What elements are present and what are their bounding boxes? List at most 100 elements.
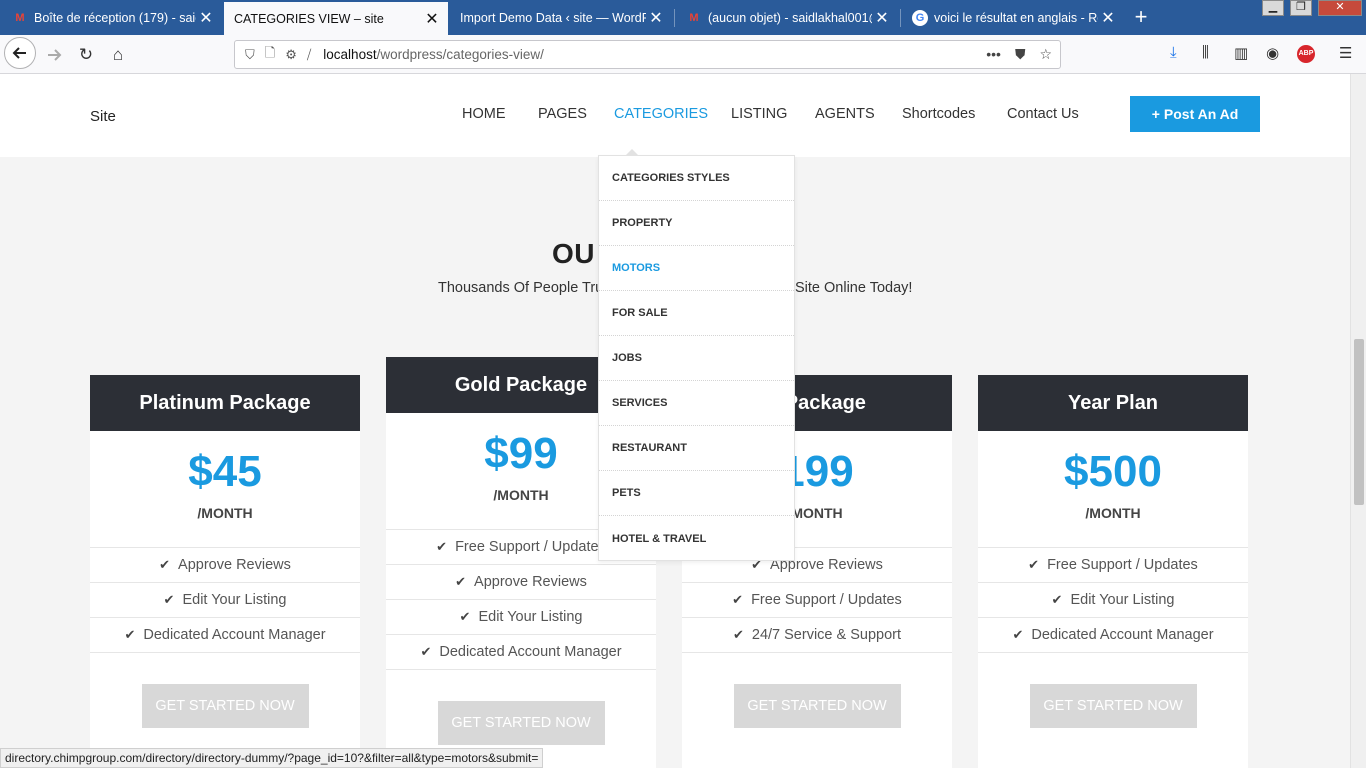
close-icon[interactable]: ✕ xyxy=(1098,8,1118,28)
home-icon[interactable]: ⌂ xyxy=(104,41,132,69)
package-period: /MONTH xyxy=(197,505,253,521)
close-icon[interactable]: ✕ xyxy=(196,8,216,28)
get-started-button[interactable]: GET STARTED NOW xyxy=(1029,684,1197,728)
feature-item: ✔ Free Support / Updates xyxy=(682,583,952,618)
feature-item: ✔ Edit Your Listing xyxy=(978,583,1248,618)
check-icon: ✔ xyxy=(159,557,171,572)
section-subheading-right: Site Online Today! xyxy=(795,280,913,296)
pocket-icon[interactable]: ⛊ xyxy=(1015,46,1026,63)
check-icon: ✔ xyxy=(732,592,744,607)
check-icon: ✔ xyxy=(1051,592,1063,607)
nav-pages[interactable]: PAGES xyxy=(538,106,587,122)
feature-item: ✔ Edit Your Listing xyxy=(90,583,360,618)
feature-list: ✔ Free Support / Updates ✔ Edit Your Listi… xyxy=(978,547,1248,653)
check-icon: ✔ xyxy=(1012,627,1024,642)
check-icon: ✔ xyxy=(455,574,467,589)
new-tab-plus-icon[interactable]: + xyxy=(1128,4,1154,30)
feature-item: ✔ Free Support / Updates xyxy=(978,548,1248,583)
shield-icon[interactable]: ⛉ xyxy=(245,47,255,63)
dropdown-item-jobs[interactable]: JOBS xyxy=(599,336,794,381)
check-icon: ✔ xyxy=(163,592,175,607)
scrollbar-thumb[interactable] xyxy=(1354,339,1364,505)
dropdown-item-property[interactable]: PROPERTY xyxy=(599,201,794,246)
feature-item: ✔ Approve Reviews xyxy=(386,565,656,600)
nav-agents[interactable]: AGENTS xyxy=(815,106,875,122)
nav-contact-us[interactable]: Contact Us xyxy=(1007,106,1079,122)
minimize-window-icon[interactable]: ▁ xyxy=(1262,0,1284,16)
tab-title: Boîte de réception (179) - saidl xyxy=(34,11,196,25)
forward-arrow-icon[interactable] xyxy=(40,41,68,69)
dropdown-item-pets[interactable]: PETS xyxy=(599,471,794,516)
dropdown-item-categories-styles[interactable]: CATEGORIES STYLES xyxy=(599,156,794,201)
insecure-connection-icon[interactable]: ⧸ xyxy=(307,47,311,63)
tab-categories-view[interactable]: CATEGORIES VIEW – site ✕ xyxy=(224,2,448,35)
sidebar-icon[interactable]: ▥ xyxy=(1234,44,1248,62)
nav-home[interactable]: HOME xyxy=(462,106,506,122)
hamburger-menu-icon[interactable]: ☰ xyxy=(1339,44,1352,62)
close-window-icon[interactable]: ✕ xyxy=(1318,0,1362,16)
permissions-icon[interactable]: ⚙ xyxy=(285,47,297,63)
post-an-ad-button[interactable]: + Post An Ad xyxy=(1130,96,1260,132)
get-started-button[interactable]: GET STARTED NOW xyxy=(733,684,901,728)
tab-gmail-message[interactable]: M (aucun objet) - saidlakhal001@ ✕ xyxy=(676,3,898,33)
check-icon: ✔ xyxy=(436,539,448,554)
tab-google-search[interactable]: G voici le résultat en anglais - Rec ✕ xyxy=(902,3,1124,33)
close-icon[interactable]: ✕ xyxy=(422,9,442,29)
package-name: Year Plan xyxy=(978,375,1248,431)
dropdown-item-motors[interactable]: MOTORS xyxy=(599,246,794,291)
tab-gmail-inbox[interactable]: M Boîte de réception (179) - saidl ✕ xyxy=(2,3,222,33)
package-price: $500 xyxy=(1064,447,1162,496)
close-icon[interactable]: ✕ xyxy=(872,8,892,28)
check-icon: ✔ xyxy=(1028,557,1040,572)
feature-item: ✔ 24/7 Service & Support xyxy=(682,618,952,653)
check-icon: ✔ xyxy=(459,609,471,624)
feature-item: ✔ Approve Reviews xyxy=(90,548,360,583)
check-icon: ✔ xyxy=(732,627,744,642)
page-scrollbar[interactable] xyxy=(1350,74,1366,768)
tab-title: Import Demo Data ‹ site — WordPr xyxy=(460,11,646,25)
tab-title: CATEGORIES VIEW – site xyxy=(234,11,384,26)
feature-item: ✔ Dedicated Account Manager xyxy=(978,618,1248,653)
tab-import-demo[interactable]: Import Demo Data ‹ site — WordPr ✕ xyxy=(450,3,672,33)
tab-title: (aucun objet) - saidlakhal001@ xyxy=(708,11,872,25)
browser-toolbar: ↻ ⌂ ⛉ 🗋 ⚙ ⧸ localhost/wordpress/categori… xyxy=(0,35,1366,74)
url-host: localhost xyxy=(323,47,377,62)
package-period: /MONTH xyxy=(1085,505,1141,521)
dropdown-item-hotel-travel[interactable]: HOTEL & TRAVEL xyxy=(599,516,794,561)
address-bar[interactable]: ⛉ 🗋 ⚙ ⧸ localhost/wordpress/categories-v… xyxy=(234,40,1061,69)
get-started-button[interactable]: GET STARTED NOW xyxy=(141,684,309,728)
tab-title: voici le résultat en anglais - Rec xyxy=(934,11,1098,25)
library-icon[interactable]: ⫼ xyxy=(1202,44,1209,61)
web-page: Site HOME PAGES CATEGORIES LISTING AGENT… xyxy=(0,74,1350,768)
tab-separator xyxy=(900,9,901,27)
get-started-button[interactable]: GET STARTED NOW xyxy=(437,701,605,745)
feature-item: ✔ Edit Your Listing xyxy=(386,600,656,635)
maximize-window-icon[interactable]: ❐ xyxy=(1290,0,1312,16)
pricing-card-platinum: Platinum Package $45 /MONTH ✔ Approve Rev… xyxy=(90,375,360,768)
feature-item: ✔ Dedicated Account Manager xyxy=(386,635,656,670)
account-icon[interactable]: ◉ xyxy=(1266,44,1279,62)
bookmark-star-icon[interactable]: ☆ xyxy=(1039,46,1052,63)
dropdown-item-restaurant[interactable]: RESTAURANT xyxy=(599,426,794,471)
feature-item: ✔ Dedicated Account Manager xyxy=(90,618,360,653)
close-icon[interactable]: ✕ xyxy=(646,8,666,28)
pricing-card-year-plan: Year Plan $500 /MONTH ✔ Free Support / Up… xyxy=(978,375,1248,768)
adblock-plus-icon[interactable]: ABP xyxy=(1297,45,1315,63)
url-path: /wordpress/categories-view/ xyxy=(376,47,544,62)
browser-tab-bar: M Boîte de réception (179) - saidl ✕ CAT… xyxy=(0,0,1366,35)
page-info-icon[interactable]: 🗋 xyxy=(265,44,275,66)
nav-listing[interactable]: LISTING xyxy=(731,106,787,122)
plus-icon: + xyxy=(1151,106,1160,122)
download-icon[interactable]: ⤓ xyxy=(1170,44,1177,61)
page-actions-icon[interactable]: ••• xyxy=(986,46,1001,63)
site-logo[interactable]: Site xyxy=(90,108,116,125)
nav-shortcodes[interactable]: Shortcodes xyxy=(902,106,975,122)
dropdown-item-services[interactable]: SERVICES xyxy=(599,381,794,426)
dropdown-item-for-sale[interactable]: FOR SALE xyxy=(599,291,794,336)
google-icon: G xyxy=(912,10,928,26)
back-arrow-icon[interactable] xyxy=(4,37,36,69)
nav-categories[interactable]: CATEGORIES xyxy=(614,106,708,122)
gmail-icon: M xyxy=(15,12,25,24)
reload-icon[interactable]: ↻ xyxy=(72,41,100,69)
categories-dropdown-menu: CATEGORIES STYLES PROPERTY MOTORS FOR SA… xyxy=(598,149,795,561)
